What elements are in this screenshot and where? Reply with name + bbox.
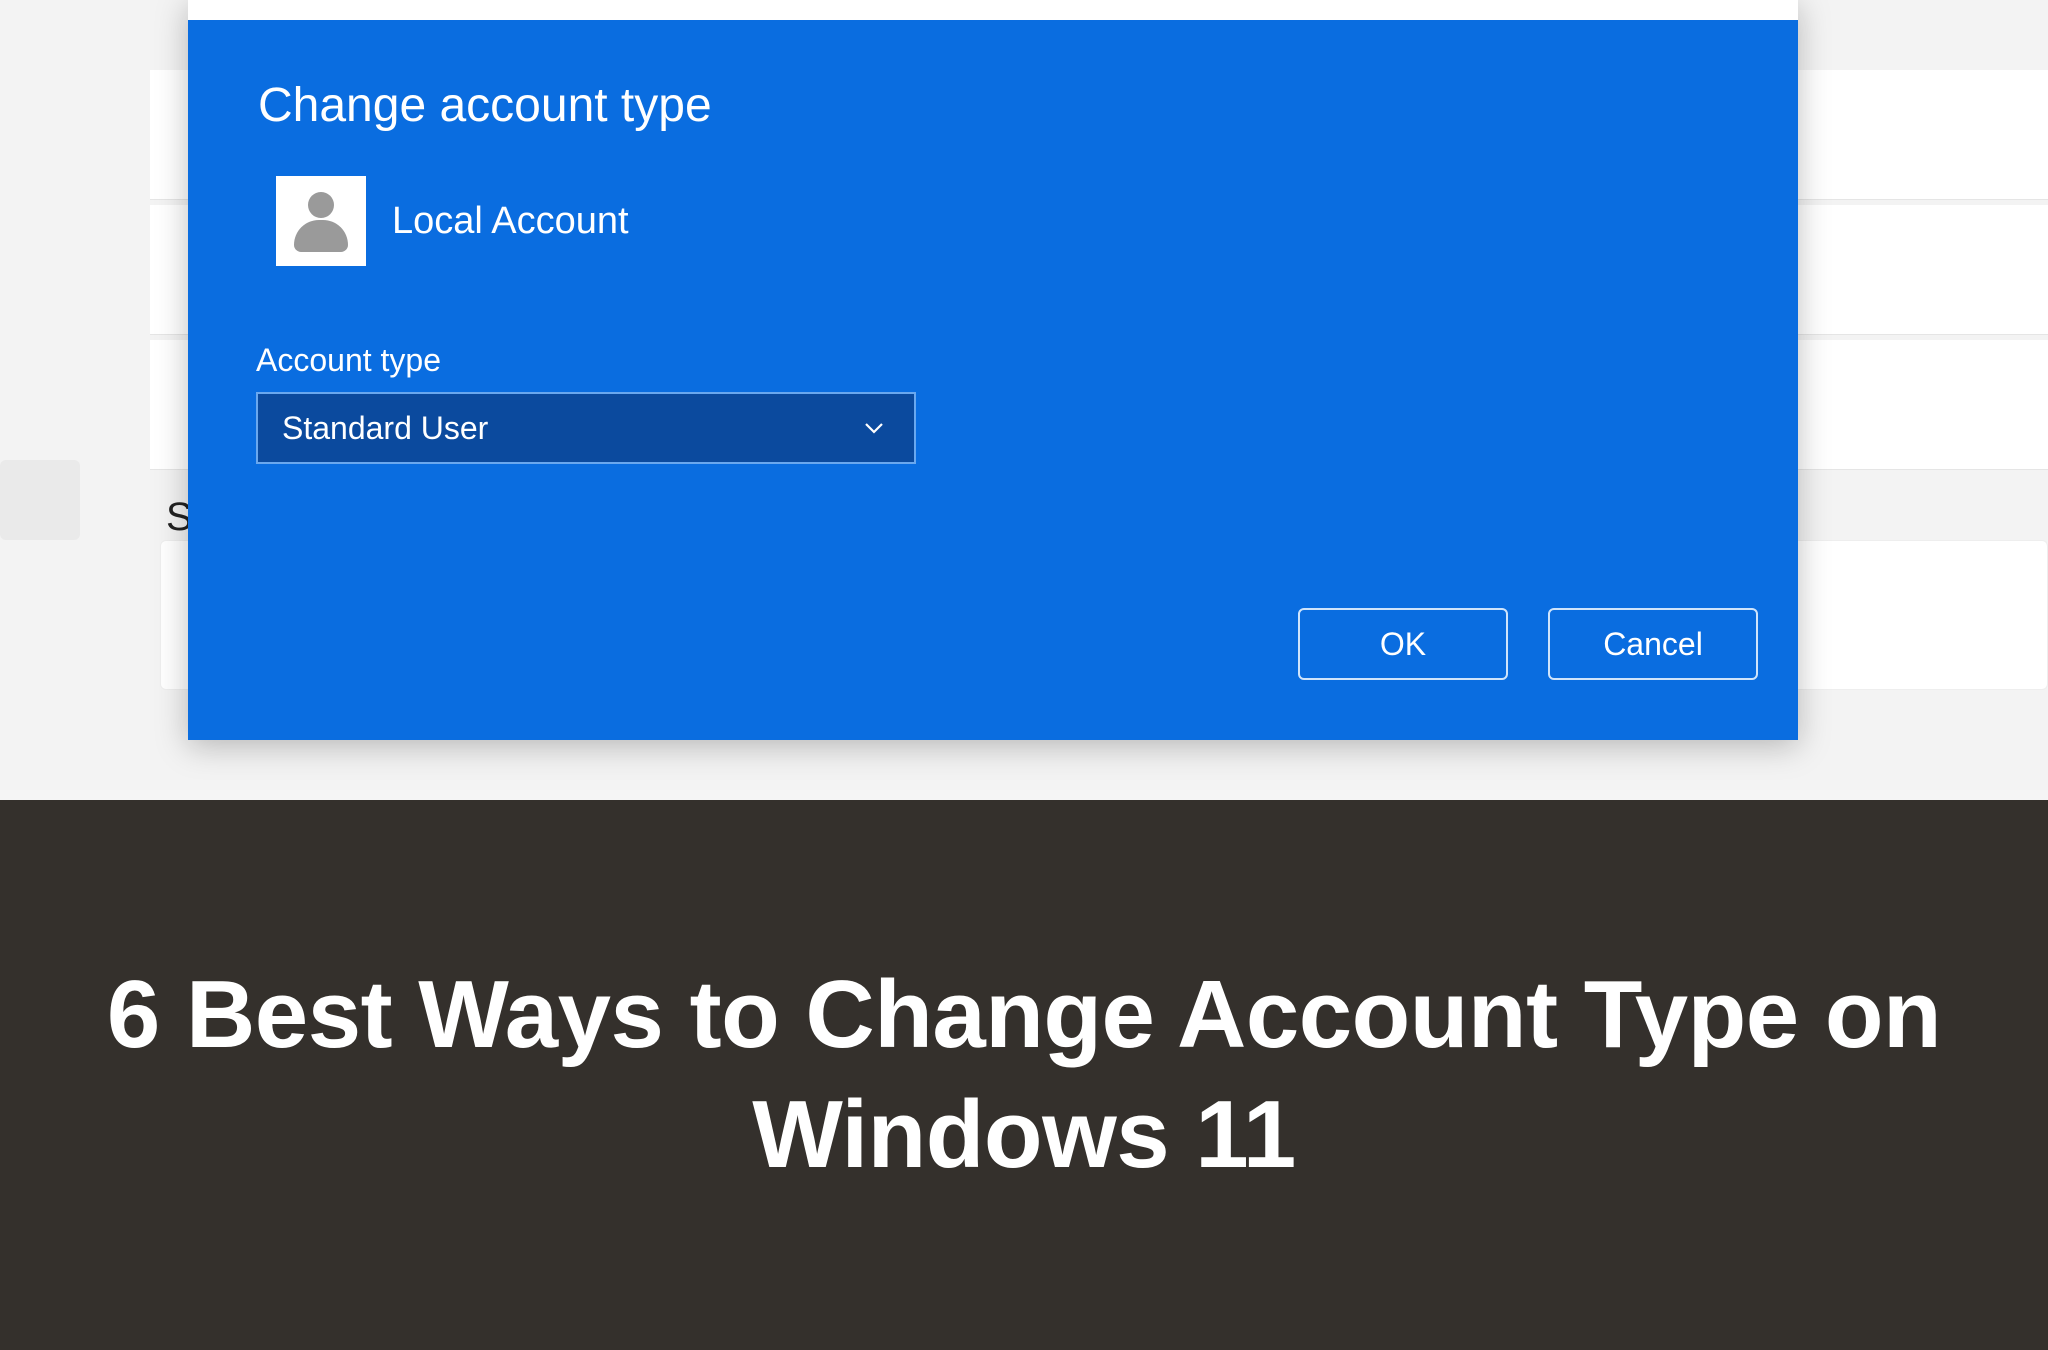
account-type-select[interactable]: Standard User (256, 392, 916, 464)
account-type-select-value: Standard User (282, 410, 488, 447)
chevron-down-icon (862, 416, 886, 440)
background-sidebar-block (0, 460, 80, 540)
account-name-label: Local Account (392, 200, 629, 243)
upper-background: S Change account type Local Account Acco… (0, 0, 2048, 790)
dialog-titlebar[interactable] (188, 0, 1798, 20)
user-icon (286, 186, 356, 256)
change-account-type-dialog: Change account type Local Account Accoun… (188, 0, 1798, 740)
cancel-button-label: Cancel (1603, 626, 1703, 663)
dialog-heading: Change account type (258, 78, 712, 133)
account-row: Local Account (276, 176, 629, 266)
article-headline: 6 Best Ways to Change Account Type on Wi… (60, 955, 1988, 1195)
avatar (276, 176, 366, 266)
ok-button[interactable]: OK (1298, 608, 1508, 680)
ok-button-label: OK (1380, 626, 1426, 663)
cancel-button[interactable]: Cancel (1548, 608, 1758, 680)
dialog-button-row: OK Cancel (1298, 608, 1758, 680)
account-type-label: Account type (256, 342, 441, 379)
article-title-band: 6 Best Ways to Change Account Type on Wi… (0, 800, 2048, 1350)
